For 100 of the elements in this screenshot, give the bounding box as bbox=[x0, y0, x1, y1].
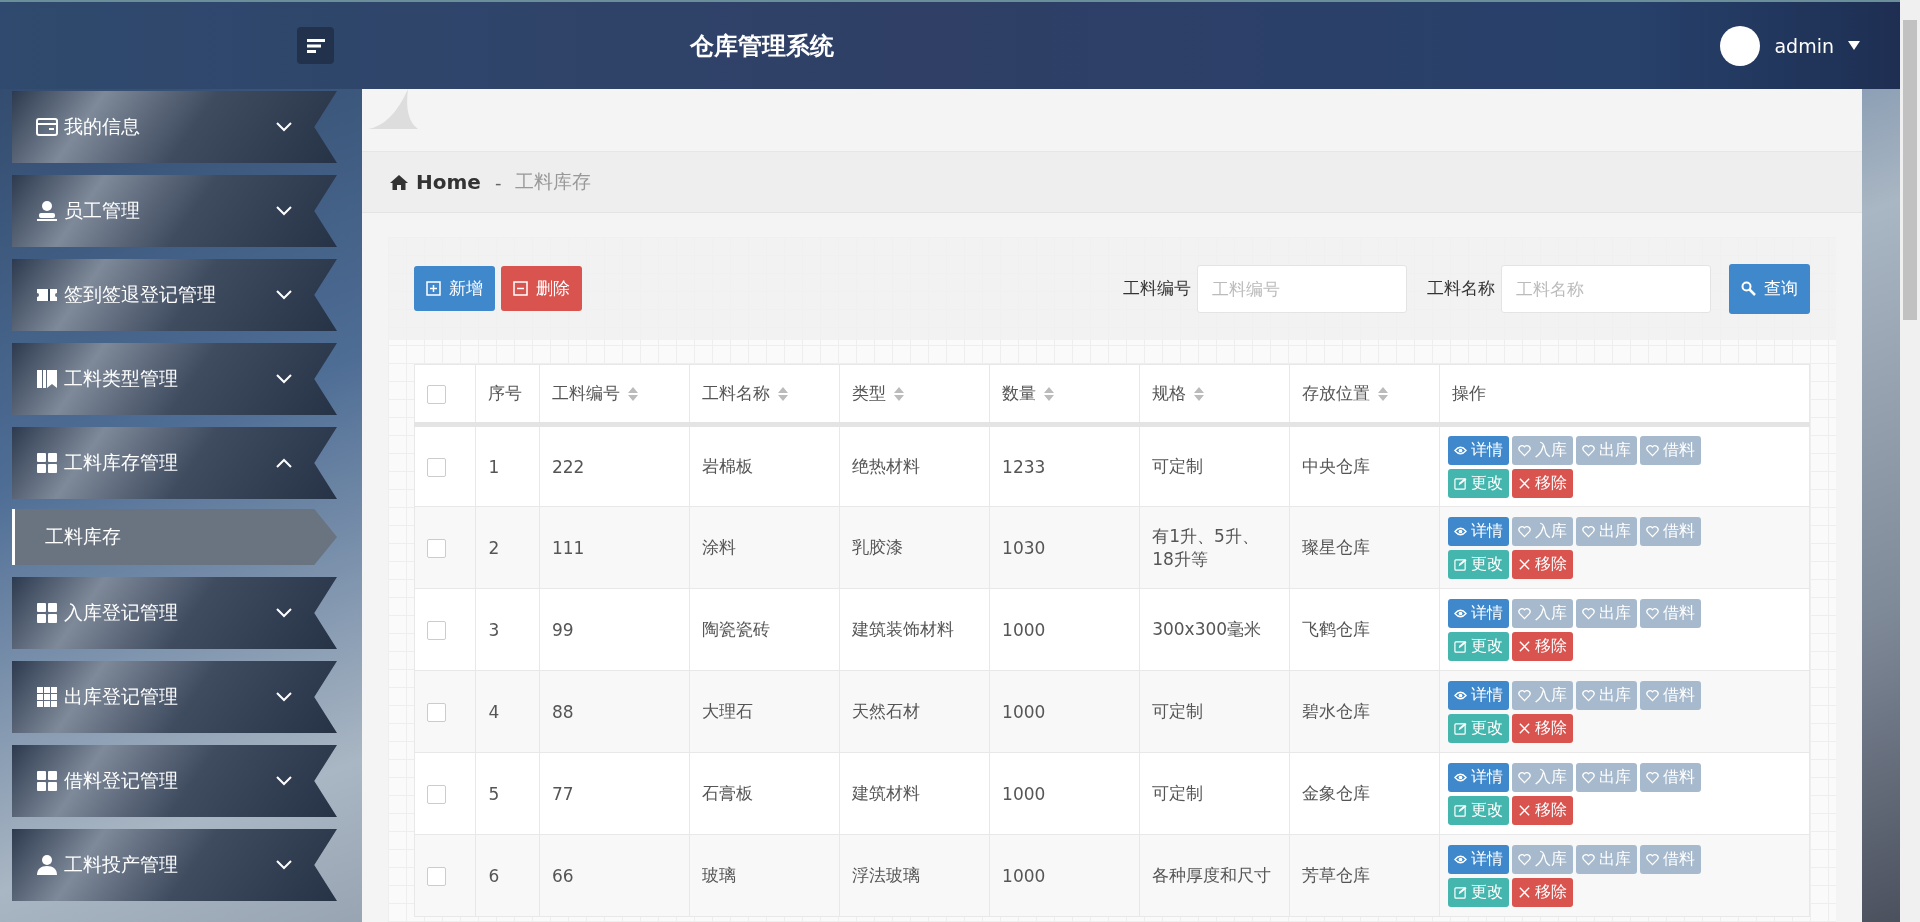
column-header[interactable]: 操作 bbox=[1452, 382, 1487, 405]
borrow-button[interactable]: 借料 bbox=[1640, 680, 1702, 710]
sidebar-item[interactable]: 借料登记管理 bbox=[12, 745, 337, 817]
scrollbar[interactable] bbox=[1900, 0, 1920, 922]
heart-icon bbox=[1582, 443, 1596, 457]
stock-in-button[interactable]: 入库 bbox=[1512, 516, 1574, 546]
stock-out-button[interactable]: 出库 bbox=[1576, 762, 1638, 792]
table-cell: 中央仓库 bbox=[1302, 456, 1371, 476]
search-button[interactable]: 查询 bbox=[1729, 263, 1810, 314]
sidebar-item[interactable]: 我的信息 bbox=[12, 91, 337, 163]
detail-button[interactable]: 详情 bbox=[1448, 598, 1510, 628]
sidebar-item[interactable]: 出库登记管理 bbox=[12, 661, 337, 733]
edit-icon bbox=[1454, 639, 1468, 653]
heart-icon bbox=[1518, 606, 1532, 620]
column-header[interactable]: 类型 bbox=[852, 382, 886, 405]
breadcrumb-current: 工料库存 bbox=[515, 169, 592, 194]
heart-icon bbox=[1646, 606, 1660, 620]
table-cell: 1000 bbox=[1002, 783, 1046, 804]
chevron-icon bbox=[276, 608, 292, 618]
stock-out-button[interactable]: 出库 bbox=[1576, 844, 1638, 874]
column-header[interactable]: 工料名称 bbox=[701, 382, 770, 405]
remove-button[interactable]: 移除 bbox=[1512, 631, 1574, 661]
table-cell: 可定制 bbox=[1152, 701, 1204, 721]
table-cell: 涂料 bbox=[701, 537, 736, 557]
sort-icon[interactable] bbox=[1194, 386, 1205, 401]
table-cell: 1000 bbox=[1002, 619, 1046, 640]
stock-out-button[interactable]: 出库 bbox=[1576, 680, 1638, 710]
table-cell: 建筑材料 bbox=[852, 783, 920, 803]
remove-button[interactable]: 移除 bbox=[1512, 877, 1574, 907]
edit-button[interactable]: 更改 bbox=[1448, 877, 1510, 907]
stock-out-button[interactable]: 出库 bbox=[1576, 435, 1638, 465]
edit-button[interactable]: 更改 bbox=[1448, 713, 1510, 743]
sort-icon[interactable] bbox=[1044, 386, 1055, 401]
edit-button[interactable]: 更改 bbox=[1448, 549, 1510, 579]
stock-out-button[interactable]: 出库 bbox=[1576, 516, 1638, 546]
sidebar-item[interactable]: 员工管理 bbox=[12, 175, 337, 247]
sidebar-item[interactable]: 签到签退登记管理 bbox=[12, 259, 337, 331]
close-icon bbox=[1518, 557, 1532, 571]
stock-in-button[interactable]: 入库 bbox=[1512, 844, 1574, 874]
column-header[interactable]: 规格 bbox=[1152, 382, 1187, 405]
avatar[interactable] bbox=[1720, 25, 1761, 66]
breadcrumb-link[interactable]: Home bbox=[416, 170, 481, 194]
detail-button[interactable]: 详情 bbox=[1448, 516, 1510, 546]
delete-button[interactable]: 删除 bbox=[501, 266, 582, 311]
column-header[interactable]: 数量 bbox=[1002, 382, 1037, 405]
row-checkbox[interactable] bbox=[427, 866, 446, 886]
table-cell: 建筑装饰材料 bbox=[852, 619, 954, 639]
detail-button[interactable]: 详情 bbox=[1448, 435, 1510, 465]
stock-in-button[interactable]: 入库 bbox=[1512, 680, 1574, 710]
add-button[interactable]: 新增 bbox=[414, 266, 495, 311]
user-name[interactable]: admin bbox=[1774, 34, 1834, 57]
edit-button[interactable]: 更改 bbox=[1448, 631, 1510, 661]
grid-icon bbox=[36, 452, 58, 474]
table-cell: 1030 bbox=[1002, 537, 1046, 558]
stock-in-button[interactable]: 入库 bbox=[1512, 762, 1574, 792]
sort-icon[interactable] bbox=[627, 386, 638, 401]
filter-label: 工料名称 bbox=[1427, 277, 1495, 300]
sidebar-subitem[interactable]: 工料库存 bbox=[12, 509, 337, 565]
remove-button[interactable]: 移除 bbox=[1512, 549, 1574, 579]
stock-in-button[interactable]: 入库 bbox=[1512, 598, 1574, 628]
borrow-button[interactable]: 借料 bbox=[1640, 844, 1702, 874]
heart-icon bbox=[1518, 770, 1532, 784]
remove-button[interactable]: 移除 bbox=[1512, 713, 1574, 743]
book-icon bbox=[36, 368, 58, 390]
detail-button[interactable]: 详情 bbox=[1448, 844, 1510, 874]
edit-button[interactable]: 更改 bbox=[1448, 795, 1510, 825]
table-cell: 各种厚度和尺寸 bbox=[1152, 865, 1272, 885]
row-checkbox[interactable] bbox=[427, 457, 446, 477]
table-cell: 璨星仓库 bbox=[1302, 537, 1371, 557]
borrow-button[interactable]: 借料 bbox=[1640, 516, 1702, 546]
sidebar-item[interactable]: 工料库存管理 bbox=[12, 427, 337, 499]
borrow-button[interactable]: 借料 bbox=[1640, 598, 1702, 628]
sidebar-item[interactable]: 工料类型管理 bbox=[12, 343, 337, 415]
sort-icon[interactable] bbox=[777, 386, 788, 401]
sidebar-item[interactable]: 入库登记管理 bbox=[12, 577, 337, 649]
row-checkbox[interactable] bbox=[427, 784, 446, 804]
stock-in-button[interactable]: 入库 bbox=[1512, 435, 1574, 465]
sort-icon[interactable] bbox=[894, 386, 904, 401]
borrow-button[interactable]: 借料 bbox=[1640, 435, 1702, 465]
detail-button[interactable]: 详情 bbox=[1448, 762, 1510, 792]
row-checkbox[interactable] bbox=[427, 702, 446, 722]
remove-button[interactable]: 移除 bbox=[1512, 468, 1574, 498]
filter-field[interactable]: 工料编号 bbox=[1197, 264, 1407, 313]
select-all-checkbox[interactable] bbox=[427, 384, 446, 404]
caret-icon[interactable] bbox=[1848, 41, 1860, 50]
column-header[interactable]: 存放位置 bbox=[1302, 382, 1371, 405]
sidebar-item[interactable]: 工料投产管理 bbox=[12, 829, 337, 901]
column-header[interactable]: 工料编号 bbox=[551, 382, 620, 405]
filter-field[interactable]: 工料名称 bbox=[1501, 264, 1711, 313]
menu-icon[interactable] bbox=[297, 27, 334, 64]
chevron-icon bbox=[276, 374, 292, 384]
sort-icon[interactable] bbox=[1378, 386, 1389, 401]
row-checkbox[interactable] bbox=[427, 620, 446, 640]
stock-out-button[interactable]: 出库 bbox=[1576, 598, 1638, 628]
edit-button[interactable]: 更改 bbox=[1448, 468, 1510, 498]
borrow-button[interactable]: 借料 bbox=[1640, 762, 1702, 792]
remove-button[interactable]: 移除 bbox=[1512, 795, 1574, 825]
detail-button[interactable]: 详情 bbox=[1448, 680, 1510, 710]
user-icon bbox=[36, 854, 58, 876]
row-checkbox[interactable] bbox=[427, 538, 446, 558]
